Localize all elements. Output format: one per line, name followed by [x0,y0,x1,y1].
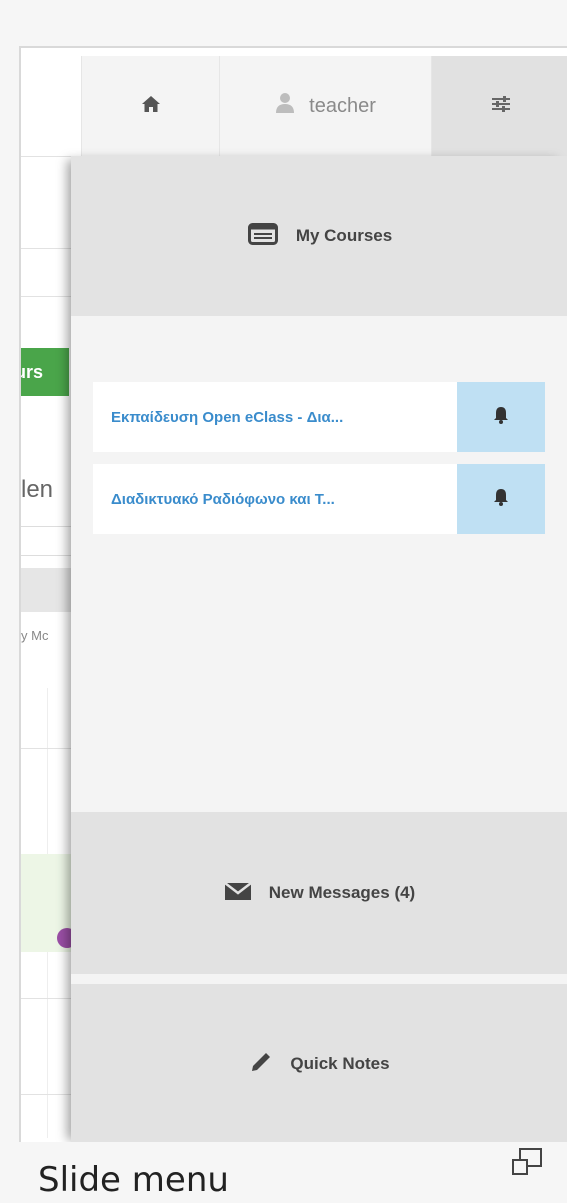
course-link[interactable]: Εκπαίδευση Open eClass - Δια... [93,382,457,452]
user-icon [275,92,295,120]
underlying-input[interactable] [21,526,71,556]
course-link[interactable]: Διαδικτυακό Ραδιόφωνο και Τ... [93,464,457,534]
underlying-heading: len [21,476,54,503]
new-messages-label: New Messages (4) [268,883,416,902]
envelope-icon [224,881,252,906]
course-notification-button[interactable] [457,464,545,534]
bell-icon [493,406,509,429]
course-notification-button[interactable] [457,382,545,452]
green-course-button[interactable]: urs [21,348,69,396]
calendar-row-line [21,1094,71,1095]
quick-notes-section[interactable]: Quick Notes [71,984,567,1142]
expand-icon[interactable] [510,1146,544,1180]
quick-notes-label: Quick Notes [290,1054,390,1073]
bell-icon [493,488,509,511]
home-button[interactable] [81,56,219,156]
pencil-icon [250,1051,272,1078]
course-item: Εκπαίδευση Open eClass - Δια... [93,382,545,452]
user-menu[interactable]: teacher [219,56,431,156]
calendar-row-line [21,748,71,749]
top-nav-bar: teacher [81,56,567,157]
screenshot-frame: urs len y Mc teache [19,46,567,1142]
new-messages-section[interactable]: New Messages (4) [71,812,567,974]
course-item: Διαδικτυακό Ραδιόφωνο και Τ... [93,464,545,534]
username-label: teacher [309,94,376,117]
calendar-row-line [21,998,71,999]
list-window-icon [247,222,278,250]
slide-menu-toggle-button[interactable] [431,56,567,156]
underlying-toolbar [21,568,71,612]
my-courses-header[interactable]: My Courses [71,156,567,316]
figure-caption: Slide menu [38,1160,229,1200]
my-courses-label: My Courses [295,226,393,245]
slide-menu-panel: My Courses Εκπαίδευση Open eClass - Δια.… [71,156,567,1142]
sliders-icon [490,95,512,118]
underlying-label: y Mc [21,628,49,643]
home-icon [141,95,161,118]
